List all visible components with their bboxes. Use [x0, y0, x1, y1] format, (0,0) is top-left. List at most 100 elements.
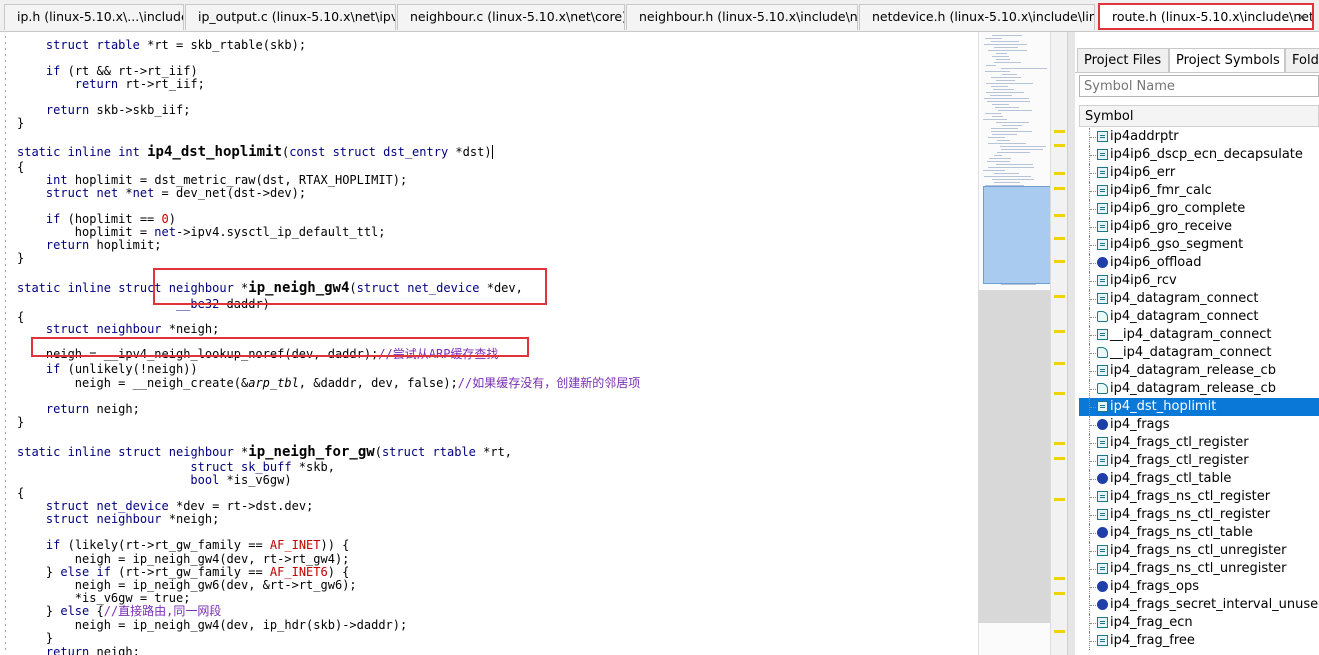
symbol-search-input[interactable] — [1079, 75, 1319, 97]
code-line[interactable]: { — [17, 160, 24, 174]
gutter-dot — [5, 612, 6, 614]
symbol-list-item[interactable]: ip4_frag_ecn — [1079, 614, 1319, 632]
symbol-list-item[interactable]: ip4ip6_err — [1079, 164, 1319, 182]
tab-netdevice-h[interactable]: netdevice.h (linux-5.10.x\include\linux) — [859, 4, 1095, 30]
code-editor[interactable]: struct rtable *rt = skb_rtable(skb); if … — [0, 32, 978, 655]
gutter-dot — [5, 312, 6, 314]
symbol-list-item[interactable]: ip4_frags_secret_interval_unused — [1079, 596, 1319, 614]
code-line[interactable]: } — [17, 116, 24, 130]
tab-neighbour-h[interactable]: neighbour.h (linux-5.10.x\include\net) — [626, 4, 858, 30]
close-tab-icon[interactable]: × — [1297, 5, 1307, 28]
symbol-list-item[interactable]: ip4_frags_ns_ctl_table — [1079, 524, 1319, 542]
minimap-line — [993, 89, 1014, 90]
minimap-line — [991, 131, 1032, 132]
code-line[interactable]: if (likely(rt->rt_gw_family == AF_INET))… — [17, 538, 350, 552]
code-line[interactable]: static inline struct neighbour *ip_neigh… — [17, 445, 512, 459]
code-line[interactable]: neigh = ip_neigh_gw6(dev, &rt->rt_gw6); — [17, 578, 357, 592]
gutter-dot — [5, 246, 6, 248]
symbol-name: ip4ip6_gro_receive — [1110, 219, 1233, 234]
symbol-list-item[interactable]: ip4_frags_ctl_table — [1079, 470, 1319, 488]
symbol-list-item[interactable]: __ip4_datagram_connect — [1079, 344, 1319, 362]
symbol-list-item[interactable]: ip4ip6_gso_segment — [1079, 236, 1319, 254]
code-line[interactable]: neigh = __neigh_create(&arp_tbl, &daddr,… — [17, 376, 640, 390]
tab-project-files[interactable]: Project Files — [1077, 48, 1169, 72]
symbol-list-item[interactable]: ip4_datagram_release_cb — [1079, 362, 1319, 380]
code-line[interactable]: } — [17, 415, 24, 429]
code-line[interactable]: static inline int ip4_dst_hoplimit(const… — [17, 145, 493, 159]
gutter-dot — [5, 588, 6, 590]
symbol-list-item[interactable]: ip4ip6_dscp_ecn_decapsulate — [1079, 146, 1319, 164]
symbol-list-item[interactable]: ip4_frags_ops — [1079, 578, 1319, 596]
code-line[interactable]: } else {//直接路由,同一网段 — [17, 604, 222, 618]
code-line[interactable]: neigh = ip_neigh_gw4(dev, rt->rt_gw4); — [17, 552, 350, 566]
symbol-column-header[interactable]: Symbol — [1079, 105, 1319, 127]
symbol-list-item[interactable]: ip4addrptr — [1079, 128, 1319, 146]
minimap-line — [992, 35, 1022, 36]
symbol-list-item[interactable]: ip4_datagram_release_cb — [1079, 380, 1319, 398]
symbol-list-item[interactable]: ip4ip6_rcv — [1079, 272, 1319, 290]
minimap-line — [992, 134, 1017, 135]
tab-project-symbols[interactable]: Project Symbols × — [1169, 48, 1285, 72]
minimap-line — [984, 98, 1029, 99]
gutter-dot — [5, 324, 6, 326]
code-line[interactable]: struct net_device *dev = rt->dst.dev; — [17, 499, 313, 513]
symbol-list-item[interactable]: ip4_frags_ns_ctl_unregister — [1079, 560, 1319, 578]
panel-splitter[interactable] — [1067, 32, 1075, 655]
code-line[interactable]: return neigh; — [17, 645, 140, 655]
search-result-marker — [1054, 187, 1065, 190]
tab-route-h[interactable]: route.h (linux-5.10.x\include\net) × — [1098, 3, 1314, 30]
code-line[interactable]: struct neighbour *neigh; — [17, 512, 219, 526]
symbol-list-item[interactable]: ip4_frags_ctl_register — [1079, 452, 1319, 470]
code-line[interactable]: return neigh; — [17, 402, 140, 416]
symbol-list-item[interactable]: ip4_frags — [1079, 416, 1319, 434]
symbol-list-item[interactable]: ip4_frag_free — [1079, 632, 1319, 650]
code-line[interactable]: struct rtable *rt = skb_rtable(skb); — [17, 38, 306, 52]
symbol-list-item[interactable]: __ip4_datagram_connect — [1079, 326, 1319, 344]
symbol-list-item[interactable]: ip4_frags_ns_ctl_register — [1079, 506, 1319, 524]
symbol-list-item[interactable]: ip4ip6_gro_receive — [1079, 218, 1319, 236]
gutter-dot — [5, 234, 6, 236]
function-symbol-icon — [1097, 455, 1108, 466]
code-line[interactable]: if (unlikely(!neigh)) — [17, 362, 198, 376]
code-line[interactable]: } else if (rt->rt_gw_family == AF_INET6)… — [17, 565, 350, 579]
minimap-scroll-region[interactable] — [978, 290, 1050, 623]
code-line[interactable]: return rt->rt_iif; — [17, 77, 205, 91]
symbol-list-item[interactable]: ip4ip6_offload — [1079, 254, 1319, 272]
code-line[interactable]: struct neighbour *neigh; — [17, 322, 219, 336]
vertical-scrollbar[interactable] — [1050, 32, 1067, 655]
code-line[interactable]: bool *is_v6gw) — [17, 473, 291, 487]
symbol-list-item[interactable]: ip4ip6_gro_complete — [1079, 200, 1319, 218]
minimap-line — [985, 71, 1010, 72]
code-line[interactable]: struct sk_buff *skb, — [17, 460, 335, 474]
minimap-line — [994, 47, 1018, 48]
code-line[interactable]: { — [17, 486, 24, 500]
code-line[interactable]: neigh = ip_neigh_gw4(dev, ip_hdr(skb)->d… — [17, 618, 407, 632]
symbol-name: ip4ip6_dscp_ecn_decapsulate — [1110, 147, 1303, 162]
gutter-dot — [5, 300, 6, 302]
minimap-line — [996, 53, 1007, 54]
code-line[interactable]: struct net *net = dev_net(dst->dev); — [17, 186, 306, 200]
code-line[interactable]: return hoplimit; — [17, 238, 162, 252]
tab-neighbour-c[interactable]: neighbour.c (linux-5.10.x\net\core) — [397, 4, 625, 30]
symbol-list-item[interactable]: ip4ip6_fmr_calc — [1079, 182, 1319, 200]
tab-folders[interactable]: Folde — [1285, 48, 1319, 72]
symbol-list-item[interactable]: ip4_frags_ns_ctl_register — [1079, 488, 1319, 506]
symbol-list-item[interactable]: ip4_frags_ctl_register — [1079, 434, 1319, 452]
code-line[interactable]: } — [17, 631, 53, 645]
code-line[interactable]: int hoplimit = dst_metric_raw(dst, RTAX_… — [17, 173, 407, 187]
symbol-list-item[interactable]: ip4_datagram_connect — [1079, 308, 1319, 326]
code-line[interactable]: hoplimit = net->ipv4.sysctl_ip_default_t… — [17, 225, 386, 239]
tab-ip-h[interactable]: ip.h (linux-5.10.x\...\include) — [4, 4, 184, 30]
code-line[interactable]: if (rt && rt->rt_iif) — [17, 64, 198, 78]
minimap-line — [992, 116, 1003, 117]
symbol-list-item[interactable]: ip4_dst_hoplimit — [1079, 398, 1319, 416]
symbol-list-item[interactable]: ip4_datagram_connect — [1079, 290, 1319, 308]
code-line[interactable]: return skb->skb_iif; — [17, 103, 191, 117]
code-line[interactable]: } — [17, 251, 24, 265]
minimap-viewport[interactable] — [983, 186, 1051, 284]
tab-ip-output-c[interactable]: ip_output.c (linux-5.10.x\net\ipv4) — [185, 4, 396, 30]
code-line[interactable]: if (hoplimit == 0) — [17, 212, 176, 226]
symbol-list-item[interactable]: ip4_frags_ns_ctl_unregister — [1079, 542, 1319, 560]
code-line[interactable]: *is_v6gw = true; — [17, 591, 191, 605]
symbol-panel: Project Files Project Symbols × Folde Sy… — [1075, 32, 1319, 655]
